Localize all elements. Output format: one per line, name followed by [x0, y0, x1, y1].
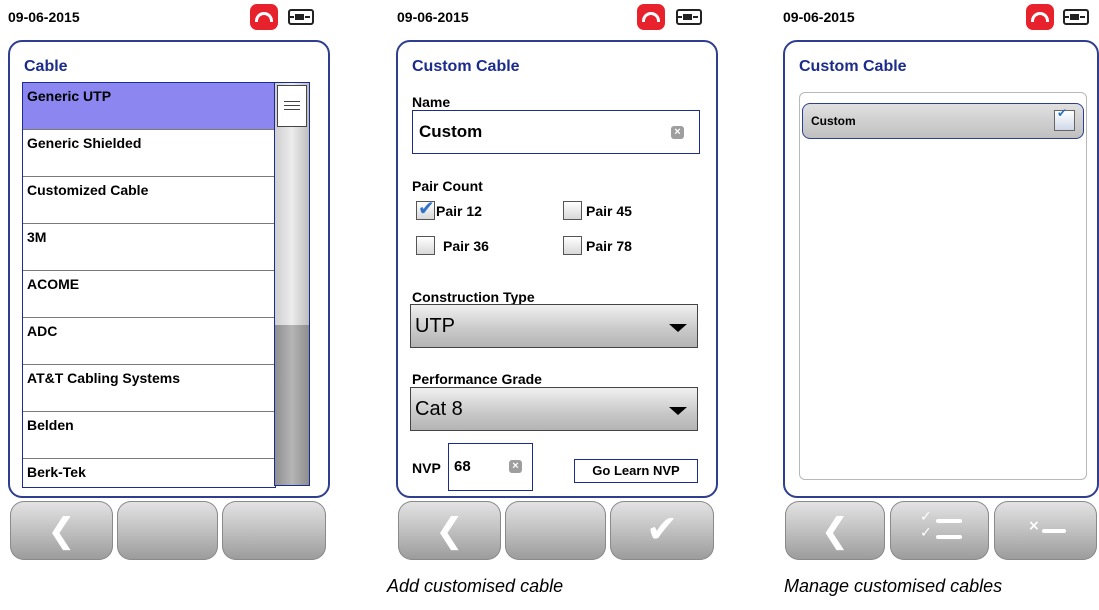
custom-checkbox[interactable]: ✔	[1054, 106, 1075, 131]
device-custom-cable: 09-06-2015 Custom Cable Name Custom × Pa…	[387, 0, 720, 596]
battery-icon	[1063, 9, 1089, 25]
list-item[interactable]: AT&T Cabling Systems	[23, 365, 275, 412]
back-icon: ❮	[435, 511, 464, 551]
hang-up-icon[interactable]	[1026, 4, 1054, 30]
construction-type-value: UTP	[415, 315, 455, 337]
back-icon: ❮	[820, 511, 850, 551]
list-item-label: Generic Shielded	[27, 135, 142, 151]
softkey-bar: ❮	[0, 501, 332, 561]
back-button[interactable]: ❮	[398, 501, 501, 560]
performance-grade-value: Cat 8	[415, 398, 463, 420]
list-item[interactable]: 3M	[23, 224, 275, 271]
delete-icon: ×	[1028, 518, 1068, 539]
select-all-button[interactable]: ✓ ✓	[890, 501, 989, 560]
scroll-thumb[interactable]	[277, 85, 307, 127]
list-item[interactable]: Berk-Tek	[23, 459, 275, 487]
performance-grade-select[interactable]: Cat 8	[410, 387, 698, 431]
chevron-down-icon	[669, 324, 687, 332]
softkey-bar: ❮ ✓ ✓ ×	[783, 501, 1099, 561]
pair-12-label: Pair 12	[436, 203, 482, 219]
select-all-icon: ✓ ✓	[920, 509, 964, 545]
chevron-down-icon	[669, 407, 687, 415]
pair-36-label: Pair 36	[443, 238, 489, 254]
hang-up-icon[interactable]	[637, 4, 665, 30]
status-bar: 09-06-2015	[0, 0, 332, 38]
custom-cable-list: Custom ✔	[799, 92, 1087, 480]
custom-cable-panel: Custom Cable Name Custom × Pair Count ✔ …	[396, 40, 718, 498]
pair-78-label: Pair 78	[586, 238, 632, 254]
softkey-3[interactable]	[222, 501, 326, 560]
battery-icon	[676, 9, 702, 25]
softkey-2[interactable]	[117, 501, 218, 560]
construction-type-select[interactable]: UTP	[410, 304, 698, 348]
nvp-field[interactable]: 68 ×	[448, 443, 533, 491]
list-item-label: Berk-Tek	[27, 464, 86, 480]
list-item-label: Generic UTP	[27, 88, 112, 104]
hang-up-icon[interactable]	[250, 4, 278, 30]
status-bar: 09-06-2015	[388, 0, 720, 38]
list-item[interactable]: Generic UTP	[23, 83, 275, 130]
construction-type-label: Construction Type	[412, 289, 535, 305]
back-button[interactable]: ❮	[10, 501, 113, 560]
list-item[interactable]: Custom ✔	[802, 103, 1084, 139]
device-manage-cables: 09-06-2015 Custom Cable Custom ✔ ❮ ✓ ✓ ×…	[767, 0, 1099, 596]
pair-12-checkbox[interactable]: ✔	[416, 196, 435, 220]
check-icon: ✔	[1057, 106, 1068, 120]
device-cable-list: 09-06-2015 Cable Generic UTP Generic Shi…	[0, 0, 332, 560]
pair-36-checkbox[interactable]	[416, 236, 435, 255]
status-date: 09-06-2015	[397, 9, 469, 25]
status-date: 09-06-2015	[783, 9, 855, 25]
list-item-label: Belden	[27, 417, 74, 433]
name-field[interactable]: Custom ×	[412, 110, 700, 154]
caption: Add customised cable	[387, 576, 564, 596]
list-item[interactable]: Belden	[23, 412, 275, 459]
clear-icon[interactable]: ×	[509, 460, 522, 473]
nvp-value: 68	[454, 458, 471, 475]
caption: Manage customised cables	[784, 576, 1003, 596]
pair-78-checkbox[interactable]	[563, 236, 582, 255]
page-title: Custom Cable	[799, 58, 907, 75]
pair-45-label: Pair 45	[586, 203, 632, 219]
list-item-label: Customized Cable	[27, 182, 149, 198]
status-date: 09-06-2015	[8, 9, 80, 25]
name-label: Name	[412, 94, 451, 110]
check-icon: ✔	[646, 507, 678, 551]
battery-icon	[288, 9, 314, 25]
list-item-label: Custom	[811, 114, 856, 128]
name-value: Custom	[419, 122, 483, 141]
list-item-label: 3M	[27, 229, 47, 245]
list-item[interactable]: ADC	[23, 318, 275, 365]
cable-list: Generic UTP Generic Shielded Customized …	[22, 82, 276, 488]
pair-count-label: Pair Count	[412, 178, 483, 194]
softkey-bar: ❮ ✔	[388, 501, 720, 561]
list-item-label: ACOME	[27, 276, 80, 292]
confirm-button[interactable]: ✔	[610, 501, 714, 560]
performance-grade-label: Performance Grade	[412, 371, 542, 387]
cable-panel: Cable Generic UTP Generic Shielded Custo…	[8, 40, 330, 498]
list-item[interactable]: Generic Shielded	[23, 130, 275, 177]
page-title: Custom Cable	[412, 58, 520, 75]
list-item-label: AT&T Cabling Systems	[27, 370, 180, 386]
check-icon: ✔	[418, 196, 435, 220]
back-button[interactable]: ❮	[785, 501, 885, 560]
go-learn-nvp-button[interactable]: Go Learn NVP	[574, 459, 698, 483]
back-icon: ❮	[47, 511, 76, 551]
manage-panel: Custom Cable Custom ✔	[783, 40, 1099, 498]
nvp-label: NVP	[412, 460, 441, 476]
softkey-2[interactable]	[505, 501, 606, 560]
page-title: Cable	[24, 58, 68, 75]
pair-45-checkbox[interactable]	[563, 201, 582, 220]
status-bar: 09-06-2015	[767, 0, 1099, 38]
scrollbar[interactable]	[274, 82, 310, 486]
list-item[interactable]: Customized Cable	[23, 177, 275, 224]
list-item[interactable]: ACOME	[23, 271, 275, 318]
list-item-label: ADC	[27, 323, 58, 339]
clear-icon[interactable]: ×	[671, 126, 684, 139]
delete-button[interactable]: ×	[994, 501, 1097, 560]
